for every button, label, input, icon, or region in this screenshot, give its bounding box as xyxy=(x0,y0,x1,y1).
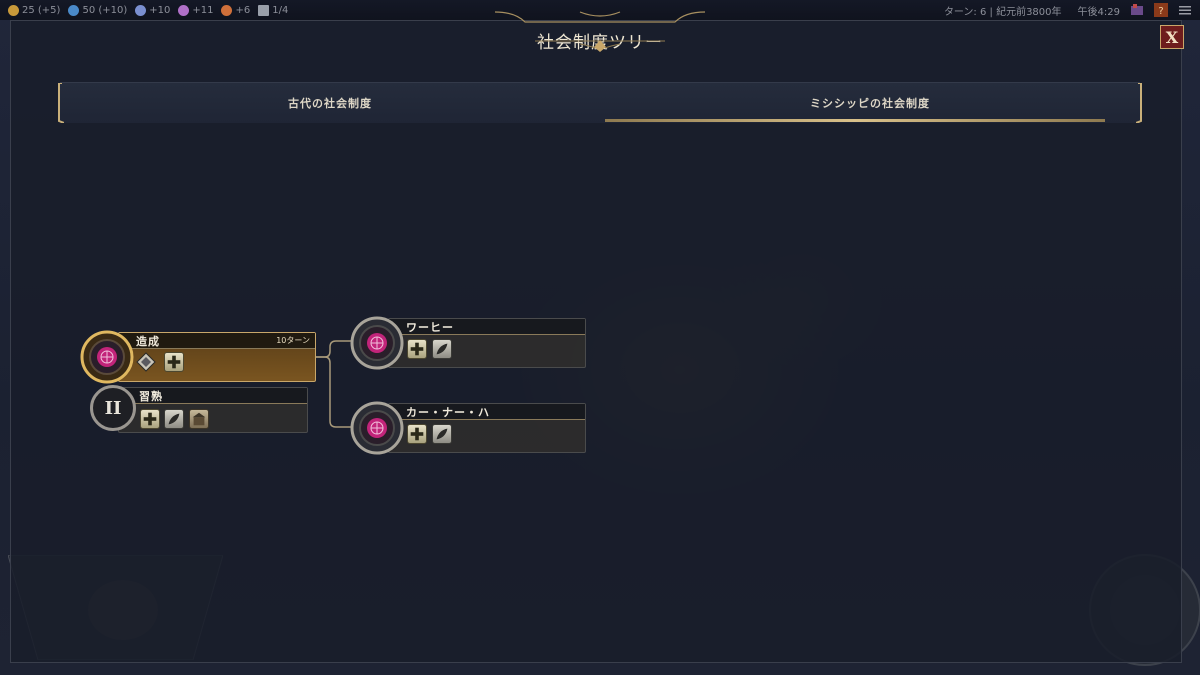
influence-icon xyxy=(221,4,233,16)
tab-mississippi-civics-label: ミシシッピの社会制度 xyxy=(810,97,930,110)
faith-icon xyxy=(135,4,147,16)
turn-info: ターン: 6 | 紀元前3800年 xyxy=(943,6,1062,18)
leaf-icon xyxy=(164,409,184,429)
civic-node-root-name: 造成 xyxy=(136,335,160,348)
plus-icon xyxy=(164,352,184,372)
culture-globe-icon xyxy=(80,330,134,384)
settlement-icon xyxy=(258,4,270,16)
close-button[interactable]: X xyxy=(1160,25,1184,49)
menu-icon[interactable] xyxy=(1178,3,1192,17)
leaf-icon xyxy=(432,339,452,359)
tab-bar: 古代の社会制度 ミシシッピの社会制度 xyxy=(58,82,1142,123)
culture-icon xyxy=(178,4,190,16)
influence-resource: +6 xyxy=(221,4,251,16)
leaderboard-icon[interactable] xyxy=(1130,3,1144,17)
civic-node-root[interactable]: 造成 10ターン xyxy=(80,330,316,384)
gold-resource: 25 (+5) xyxy=(8,4,61,16)
mastery-tier-badge: II xyxy=(90,385,136,431)
plus-icon xyxy=(407,339,427,359)
civic-node-mastery[interactable]: 習熟 II xyxy=(90,385,308,435)
building-icon xyxy=(189,409,209,429)
civic-node-ka-na-ha-name: カー・ナー・ハ xyxy=(406,406,490,419)
tab-bar-right-cap xyxy=(1136,83,1142,123)
settlement-resource: 1/4 xyxy=(258,4,289,16)
gold-value: 25 (+5) xyxy=(22,4,61,16)
faith-resource: +10 xyxy=(135,4,171,16)
clock: 午後4:29 xyxy=(1077,6,1120,18)
science-icon xyxy=(68,4,80,16)
svg-text:?: ? xyxy=(1158,6,1163,17)
influence-value: +6 xyxy=(235,4,251,16)
help-icon[interactable]: ? xyxy=(1154,3,1168,17)
culture-globe-icon xyxy=(350,316,404,370)
active-tab-indicator xyxy=(605,119,1105,122)
faith-value: +10 xyxy=(149,4,171,16)
science-resource: 50 (+10) xyxy=(68,4,128,16)
culture-value: +11 xyxy=(192,4,214,16)
leaf-icon xyxy=(432,424,452,444)
civic-node-wahi[interactable]: ワーヒー xyxy=(350,316,586,370)
civic-node-ka-na-ha[interactable]: カー・ナー・ハ xyxy=(350,401,586,455)
tab-mississippi-civics[interactable]: ミシシッピの社会制度 xyxy=(600,83,1140,123)
plus-icon xyxy=(407,424,427,444)
tab-ancient-civics[interactable]: 古代の社会制度 xyxy=(60,83,600,123)
tab-ancient-civics-label: 古代の社会制度 xyxy=(288,97,372,110)
mastery-tier-label: II xyxy=(104,397,122,419)
culture-globe-icon xyxy=(350,401,404,455)
plus-icon xyxy=(140,409,160,429)
culture-resource: +11 xyxy=(178,4,214,16)
topbar-right: ターン: 6 | 紀元前3800年 午後4:29 ? xyxy=(944,0,1192,20)
gold-icon xyxy=(8,4,19,16)
civic-node-mastery-name: 習熟 xyxy=(139,390,163,403)
title-ornament xyxy=(535,40,665,52)
civic-node-root-turns: 10ターン xyxy=(276,336,310,345)
settlement-value: 1/4 xyxy=(272,4,289,16)
science-value: 50 (+10) xyxy=(82,4,128,16)
diamond-icon xyxy=(136,352,156,372)
civic-node-wahi-name: ワーヒー xyxy=(406,321,454,334)
